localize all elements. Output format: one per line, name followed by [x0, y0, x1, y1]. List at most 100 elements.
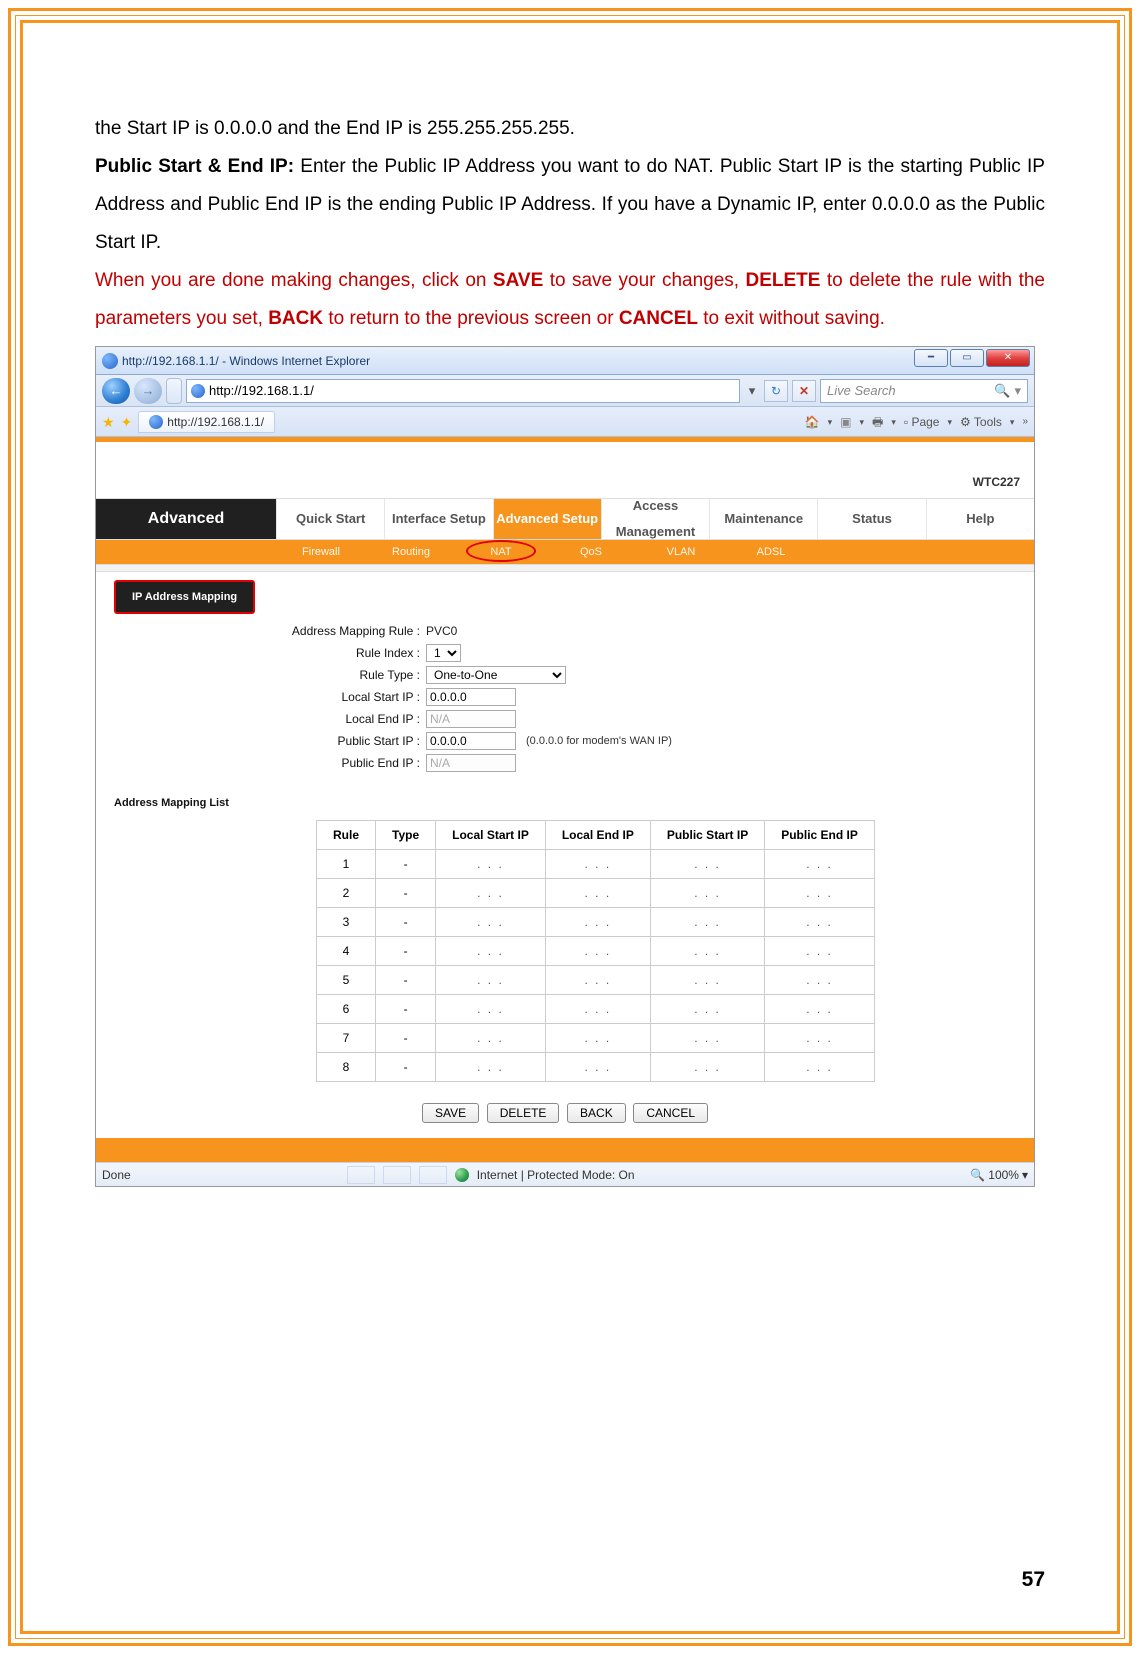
- p3-b: to save your changes,: [543, 270, 745, 291]
- forward-button[interactable]: →: [134, 378, 162, 404]
- rule-label: Address Mapping Rule :: [276, 619, 426, 643]
- table-row[interactable]: 2-. . .. . .. . .. . .: [317, 879, 875, 908]
- nav-advanced-setup[interactable]: Advanced Setup: [493, 499, 601, 539]
- nav-quick-start[interactable]: Quick Start: [276, 499, 384, 539]
- nav-help[interactable]: Help: [926, 499, 1034, 539]
- subnav-firewall[interactable]: Firewall: [276, 540, 366, 564]
- table-cell: -: [376, 966, 436, 995]
- url-field[interactable]: http://192.168.1.1/: [186, 379, 740, 403]
- table-cell: . . .: [650, 908, 764, 937]
- subnav-vlan[interactable]: VLAN: [636, 540, 726, 564]
- page-menu[interactable]: ▫ Page: [904, 410, 940, 434]
- back-button[interactable]: ←: [102, 378, 130, 404]
- paragraph-2: Public Start & End IP: Enter the Public …: [95, 148, 1045, 262]
- subnav-nat[interactable]: NAT: [456, 540, 546, 564]
- table-cell: . . .: [545, 908, 650, 937]
- p3-delete: DELETE: [746, 270, 821, 291]
- table-row[interactable]: 7-. . .. . .. . .. . .: [317, 1024, 875, 1053]
- subnav-adsl[interactable]: ADSL: [726, 540, 816, 564]
- table-row[interactable]: 8-. . .. . .. . .. . .: [317, 1053, 875, 1082]
- lend-label: Local End IP :: [276, 707, 426, 731]
- search-icon[interactable]: 🔍: [994, 378, 1010, 404]
- table-cell: -: [376, 879, 436, 908]
- table-cell: 8: [317, 1053, 376, 1082]
- search-placeholder: Live Search: [827, 378, 896, 404]
- subnav-qos[interactable]: QoS: [546, 540, 636, 564]
- p3-d: to return to the previous screen or: [323, 308, 619, 329]
- refresh-button[interactable]: ↻: [764, 380, 788, 402]
- subnav-routing[interactable]: Routing: [366, 540, 456, 564]
- toolbar-more[interactable]: »: [1022, 412, 1028, 432]
- table-cell: . . .: [545, 1053, 650, 1082]
- local-start-ip-input[interactable]: [426, 688, 516, 706]
- table-cell: -: [376, 908, 436, 937]
- favorites-icon[interactable]: ★: [102, 408, 115, 436]
- table-cell: 1: [317, 850, 376, 879]
- table-cell: 2: [317, 879, 376, 908]
- table-cell: -: [376, 1024, 436, 1053]
- table-cell: . . .: [765, 937, 875, 966]
- delete-button[interactable]: DELETE: [487, 1103, 560, 1123]
- table-cell: . . .: [545, 995, 650, 1024]
- table-cell: . . .: [650, 1024, 764, 1053]
- button-row: SAVE DELETE BACK CANCEL: [96, 1082, 1034, 1138]
- maximize-button[interactable]: ▭: [950, 349, 984, 367]
- mapping-table: Rule Type Local Start IP Local End IP Pu…: [316, 820, 875, 1082]
- public-ip-label: Public Start & End IP:: [95, 156, 294, 177]
- save-button[interactable]: SAVE: [422, 1103, 479, 1123]
- table-row[interactable]: 1-. . .. . .. . .. . .: [317, 850, 875, 879]
- table-cell: . . .: [545, 966, 650, 995]
- pend-label: Public End IP :: [276, 751, 426, 775]
- nav-access-management[interactable]: Access Management: [601, 499, 709, 539]
- table-cell: -: [376, 937, 436, 966]
- nav-status[interactable]: Status: [817, 499, 925, 539]
- table-cell: . . .: [765, 995, 875, 1024]
- model-label: WTC227: [973, 470, 1020, 494]
- public-start-ip-input[interactable]: [426, 732, 516, 750]
- table-cell: . . .: [650, 995, 764, 1024]
- nav-maintenance[interactable]: Maintenance: [709, 499, 817, 539]
- rule-type-select[interactable]: One-to-One: [426, 666, 566, 684]
- print-icon[interactable]: 🖶: [872, 410, 883, 434]
- tools-menu[interactable]: ⚙ Tools: [960, 410, 1002, 434]
- nav-interface-setup[interactable]: Interface Setup: [384, 499, 492, 539]
- table-row[interactable]: 5-. . .. . .. . .. . .: [317, 966, 875, 995]
- home-icon[interactable]: 🏠: [805, 410, 820, 434]
- tab-title: http://192.168.1.1/: [167, 410, 264, 434]
- back-button-form[interactable]: BACK: [567, 1103, 626, 1123]
- table-row[interactable]: 6-. . .. . .. . .. . .: [317, 995, 875, 1024]
- document-content: the Start IP is 0.0.0.0 and the End IP i…: [95, 110, 1045, 1187]
- globe-icon: [455, 1168, 469, 1182]
- page-number: 57: [1022, 1568, 1045, 1592]
- sub-nav: Firewall Routing NAT QoS VLAN ADSL: [96, 540, 1034, 564]
- zoom-control[interactable]: 🔍 100% ▾: [970, 1163, 1028, 1187]
- table-cell: . . .: [436, 850, 546, 879]
- url-dropdown[interactable]: ▾: [744, 378, 760, 404]
- stop-button[interactable]: ✕: [792, 380, 816, 402]
- table-cell: . . .: [765, 1024, 875, 1053]
- status-done: Done: [102, 1163, 131, 1187]
- search-field[interactable]: Live Search 🔍 ▾: [820, 379, 1028, 403]
- table-row[interactable]: 3-. . .. . .. . .. . .: [317, 908, 875, 937]
- table-cell: . . .: [765, 908, 875, 937]
- th-type: Type: [376, 821, 436, 850]
- search-dropdown[interactable]: ▾: [1014, 378, 1021, 404]
- rss-icon[interactable]: ▣: [840, 410, 851, 434]
- type-label: Rule Type :: [276, 663, 426, 687]
- cancel-button[interactable]: CANCEL: [633, 1103, 708, 1123]
- close-button[interactable]: ✕: [986, 349, 1030, 367]
- table-row[interactable]: 4-. . .. . .. . .. . .: [317, 937, 875, 966]
- nav-dropdown[interactable]: [166, 378, 182, 404]
- rule-index-select[interactable]: 1: [426, 644, 461, 662]
- current-tab[interactable]: http://192.168.1.1/: [138, 411, 275, 433]
- th-pend: Public End IP: [765, 821, 875, 850]
- table-cell: . . .: [436, 1053, 546, 1082]
- mapping-form: Address Mapping Rule :PVC0 Rule Index :1…: [276, 620, 1034, 774]
- add-favorites-icon[interactable]: ✦: [121, 408, 133, 436]
- mapping-list-title: Address Mapping List: [114, 792, 1034, 814]
- th-rule: Rule: [317, 821, 376, 850]
- minimize-button[interactable]: ━: [914, 349, 948, 367]
- window-title: http://192.168.1.1/ - Windows Internet E…: [122, 349, 370, 373]
- main-nav: Advanced Quick Start Interface Setup Adv…: [96, 498, 1034, 540]
- table-cell: 3: [317, 908, 376, 937]
